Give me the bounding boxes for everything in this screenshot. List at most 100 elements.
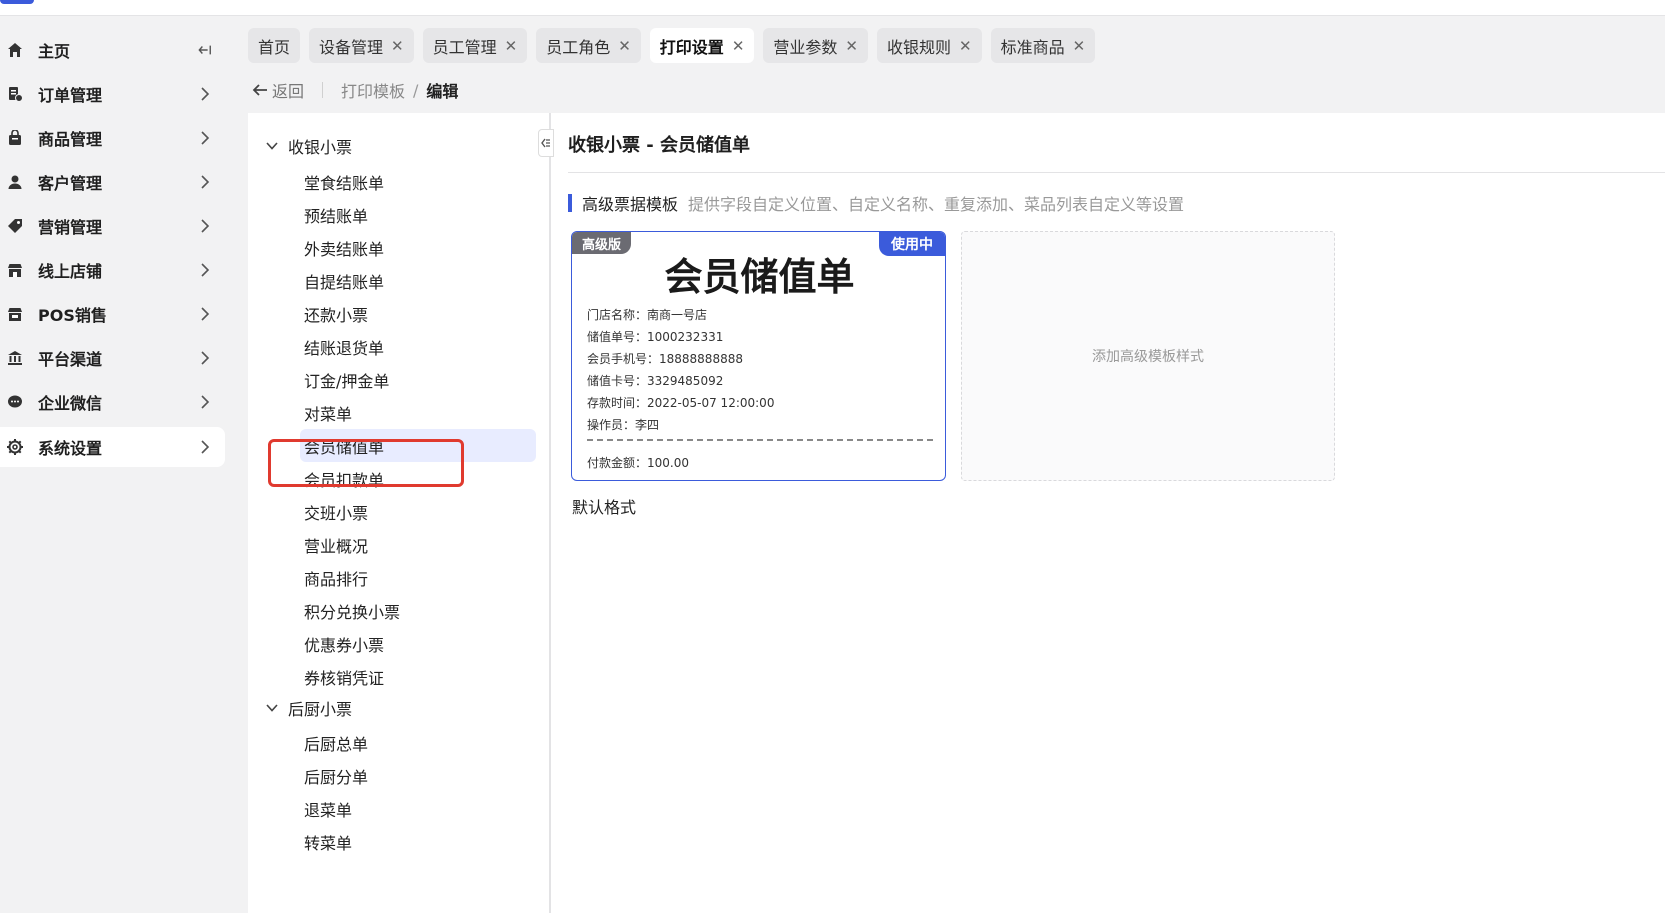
goods-icon bbox=[6, 129, 24, 147]
tree-item[interactable]: 堂食结账单 bbox=[304, 165, 536, 198]
tree-item-selected[interactable]: 会员储值单 bbox=[300, 429, 536, 462]
tab-label: 设备管理 bbox=[319, 37, 384, 57]
nav-label: 平台渠道 bbox=[38, 350, 103, 369]
nav-item-wecom[interactable]: 企业微信 bbox=[0, 382, 225, 422]
breadcrumb-parent[interactable]: 打印模板 bbox=[341, 78, 405, 102]
nav-label: 系统设置 bbox=[38, 439, 103, 458]
nav-label: 订单管理 bbox=[38, 86, 103, 105]
tree-item[interactable]: 预结账单 bbox=[304, 198, 536, 231]
sidebar: 主页 订单管理 商品管理 客户管理 营销管理 线上店铺 POS销售 平台渠道 企… bbox=[0, 16, 234, 913]
tree-item[interactable]: 还款小票 bbox=[304, 297, 536, 330]
receipt-payment-line: 付款金额：100.00 bbox=[587, 456, 689, 470]
receipt-line: 操作员：李四 bbox=[587, 418, 660, 432]
tree-item[interactable]: 券核销凭证 bbox=[304, 660, 536, 693]
close-icon[interactable]: ✕ bbox=[845, 37, 858, 55]
tree-item[interactable]: 外卖结账单 bbox=[304, 231, 536, 264]
tree-item[interactable]: 交班小票 bbox=[304, 495, 536, 528]
template-card[interactable]: 高级版 使用中 会员储值单 门店名称：南商一号店 储值单号：1000232331… bbox=[571, 231, 946, 481]
tab-label: 首页 bbox=[258, 37, 291, 57]
tab-business-params[interactable]: 营业参数 ✕ bbox=[763, 28, 868, 63]
nav-item-customers[interactable]: 客户管理 bbox=[0, 162, 225, 202]
chevron-right-icon bbox=[198, 131, 212, 145]
nav-item-orders[interactable]: 订单管理 bbox=[0, 74, 225, 114]
tab-standard-goods[interactable]: 标准商品 ✕ bbox=[990, 28, 1096, 63]
order-icon bbox=[6, 85, 24, 103]
gear-icon bbox=[6, 438, 24, 456]
chevron-right-icon bbox=[198, 263, 212, 277]
pos-icon bbox=[6, 305, 24, 323]
nav-item-pos[interactable]: POS销售 bbox=[0, 294, 225, 334]
back-button[interactable]: 返回 bbox=[252, 78, 304, 102]
template-caption: 默认格式 bbox=[572, 498, 637, 517]
tree-item[interactable]: 会员扣款单 bbox=[304, 462, 536, 495]
tree-group-cashier-receipt[interactable]: 收银小票 bbox=[264, 131, 352, 161]
tab-print-settings[interactable]: 打印设置 ✕ bbox=[649, 28, 755, 63]
receipt-lines: 门店名称：南商一号店 储值单号：1000232331 会员手机号：1888888… bbox=[587, 304, 774, 436]
tab-home[interactable]: 首页 bbox=[248, 28, 301, 63]
template-tree: 收银小票 堂食结账单 预结账单 外卖结账单 自提结账单 还款小票 结账退货单 订… bbox=[248, 113, 551, 913]
tree-item[interactable]: 自提结账单 bbox=[304, 264, 536, 297]
tab-label: 员工管理 bbox=[432, 37, 497, 57]
close-icon[interactable]: ✕ bbox=[618, 37, 631, 55]
page-title: 收银小票 - 会员储值单 bbox=[568, 135, 751, 156]
chevron-right-icon bbox=[198, 175, 212, 189]
tree-item[interactable]: 后厨总单 bbox=[304, 726, 536, 759]
add-template-label: 添加高级模板样式 bbox=[1092, 349, 1204, 365]
chevron-right-icon bbox=[198, 440, 212, 454]
receipt-line: 存款时间：2022-05-07 12:00:00 bbox=[587, 396, 775, 410]
tree-item[interactable]: 商品排行 bbox=[304, 561, 536, 594]
tag-icon bbox=[6, 217, 24, 235]
section-title: 高级票据模板 bbox=[582, 195, 679, 214]
tab-device-management[interactable]: 设备管理 ✕ bbox=[309, 28, 414, 63]
close-icon[interactable]: ✕ bbox=[732, 37, 745, 55]
tree-item[interactable]: 积分兑换小票 bbox=[304, 594, 536, 627]
tree-item[interactable]: 对菜单 bbox=[304, 396, 536, 429]
nav-item-online-store[interactable]: 线上店铺 bbox=[0, 250, 225, 290]
breadcrumb-separator: / bbox=[413, 80, 419, 100]
nav-item-home[interactable]: 主页 bbox=[0, 30, 225, 70]
nav-label: 主页 bbox=[38, 42, 71, 61]
collapse-left-icon bbox=[541, 138, 550, 148]
tab-staff-roles[interactable]: 员工角色 ✕ bbox=[536, 28, 641, 63]
tab-label: 员工角色 bbox=[546, 37, 611, 57]
tab-staff-management[interactable]: 员工管理 ✕ bbox=[422, 28, 528, 63]
close-icon[interactable]: ✕ bbox=[505, 37, 518, 55]
tree-item[interactable]: 优惠券小票 bbox=[304, 627, 536, 660]
section-header: 高级票据模板 提供字段自定义位置、自定义名称、重复添加、菜品列表自定义等设置 bbox=[568, 193, 1185, 214]
collapse-tree-button[interactable] bbox=[538, 129, 554, 157]
tree-item[interactable]: 退菜单 bbox=[304, 792, 536, 825]
receipt-line: 储值单号：1000232331 bbox=[587, 330, 724, 344]
add-template-button[interactable]: 添加高级模板样式 bbox=[961, 231, 1335, 481]
close-icon[interactable]: ✕ bbox=[1073, 37, 1086, 55]
nav-item-settings[interactable]: 系统设置 bbox=[0, 427, 225, 467]
tree-item[interactable]: 订金/押金单 bbox=[304, 363, 536, 396]
chevron-right-icon bbox=[198, 351, 212, 365]
chevron-right-icon bbox=[198, 395, 212, 409]
tree-group-kitchen-receipt[interactable]: 后厨小票 bbox=[264, 693, 352, 723]
user-icon bbox=[6, 173, 24, 191]
chevron-right-icon bbox=[198, 87, 212, 101]
nav-item-marketing[interactable]: 营销管理 bbox=[0, 206, 225, 246]
bank-icon bbox=[6, 349, 24, 367]
tab-cashier-rules[interactable]: 收银规则 ✕ bbox=[876, 28, 982, 63]
tree-item[interactable]: 后厨分单 bbox=[304, 759, 536, 792]
collapse-sidebar-icon[interactable] bbox=[198, 43, 212, 57]
chat-icon bbox=[6, 393, 24, 411]
tab-bar: 首页 设备管理 ✕ 员工管理 ✕ 员工角色 ✕ 打印设置 ✕ 营业参数 ✕ 收银规则 ✕ 标… bbox=[248, 28, 1096, 64]
tree-item[interactable]: 结账退货单 bbox=[304, 330, 536, 363]
store-icon bbox=[6, 261, 24, 279]
tree-item[interactable]: 营业概况 bbox=[304, 528, 536, 561]
tree-group-label: 后厨小票 bbox=[288, 700, 353, 719]
home-icon bbox=[6, 41, 24, 59]
nav-item-channels[interactable]: 平台渠道 bbox=[0, 338, 225, 378]
section-description: 提供字段自定义位置、自定义名称、重复添加、菜品列表自定义等设置 bbox=[688, 195, 1185, 214]
close-icon[interactable]: ✕ bbox=[959, 37, 972, 55]
logo bbox=[0, 0, 34, 4]
tree-item[interactable]: 转菜单 bbox=[304, 825, 536, 858]
nav-label: 营销管理 bbox=[38, 218, 103, 237]
main-panel: 收银小票 堂食结账单 预结账单 外卖结账单 自提结账单 还款小票 结账退货单 订… bbox=[248, 113, 1665, 913]
title-divider bbox=[568, 172, 1665, 173]
nav-item-goods[interactable]: 商品管理 bbox=[0, 118, 225, 158]
top-bar bbox=[0, 0, 1665, 16]
close-icon[interactable]: ✕ bbox=[391, 37, 404, 55]
